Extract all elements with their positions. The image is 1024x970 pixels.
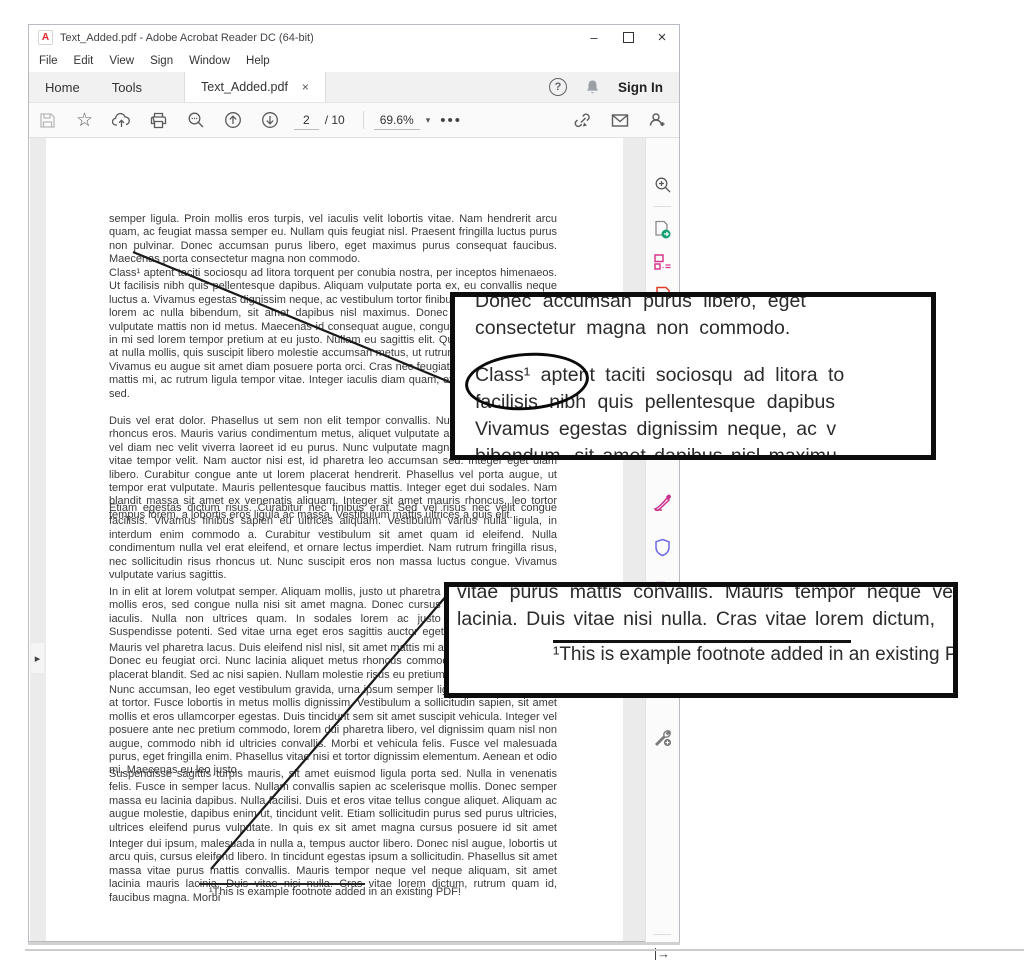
cloud-upload-icon [112, 112, 131, 129]
page-down-icon [261, 111, 279, 129]
sidebar-divider [654, 206, 671, 207]
sidebar-divider [654, 934, 671, 935]
page-number-input[interactable]: 2 [294, 111, 319, 130]
upload-cloud-button[interactable] [103, 103, 140, 137]
search-zoom-icon [187, 111, 205, 129]
menu-help[interactable]: Help [238, 55, 278, 67]
more-tools-button[interactable]: ••• [440, 112, 462, 129]
zoom-level-input[interactable]: 69.6% [374, 111, 420, 130]
tab-bar: Home Tools Text_Added.pdf × ? Sign In [29, 72, 679, 103]
star-icon: ☆ [76, 111, 93, 130]
zoom-dropdown-caret[interactable]: ▾ [426, 115, 431, 126]
share-link-button[interactable] [564, 112, 601, 129]
magnified-callout-class: Donec accumsan purus libero, eget consec… [450, 292, 936, 460]
shield-icon [654, 538, 671, 557]
protect-pdf-button[interactable] [646, 538, 679, 557]
organize-pages-button[interactable] [646, 253, 679, 271]
menu-edit[interactable]: Edit [66, 55, 102, 67]
pdf-paragraph: Nunc accumsan, leo eget vestibulum gravi… [109, 684, 557, 778]
send-email-button[interactable] [601, 113, 638, 128]
tab-close-icon[interactable]: × [302, 80, 309, 94]
pdf-paragraph: Suspendisse sagittis turpis mauris, sit … [109, 768, 557, 836]
help-icon[interactable]: ? [549, 78, 567, 96]
callout-line: Donec accumsan purus libero, eget [475, 292, 806, 315]
magnified-callout-footnote: vitae purus mattis convallis. Mauris tem… [444, 582, 958, 698]
acrobat-window: A Text_Added.pdf - Adobe Acrobat Reader … [28, 24, 680, 942]
export-pdf-icon [653, 220, 672, 240]
more-tools-sidebar-button[interactable] [646, 728, 679, 747]
export-pdf-button[interactable] [646, 220, 679, 240]
marquee-zoom-button[interactable] [177, 103, 214, 137]
maximize-button[interactable] [611, 25, 645, 50]
screenshot-bottom-edge [25, 949, 1024, 951]
title-bar: A Text_Added.pdf - Adobe Acrobat Reader … [29, 25, 679, 50]
toolbar-divider [363, 111, 364, 129]
pdf-paragraph: semper ligula. Proin mollis eros turpis,… [109, 213, 557, 267]
tab-home[interactable]: Home [29, 72, 96, 102]
page-total-label: / 10 [325, 113, 345, 127]
footnote-separator [199, 883, 365, 885]
callout-footnote-text: ¹This is example footnote added in an ex… [553, 641, 958, 668]
minimize-button[interactable]: – [577, 25, 611, 50]
search-tools-button[interactable] [646, 176, 679, 194]
previous-page-button[interactable] [214, 103, 251, 137]
footnote-text: ¹This is example footnote added in an ex… [209, 886, 461, 898]
pdf-page: semper ligula. Proin mollis eros turpis,… [46, 138, 623, 941]
organize-pages-icon [653, 253, 672, 271]
share-with-people-button[interactable] [638, 111, 675, 129]
acrobat-app-icon: A [38, 30, 53, 45]
chevron-right-icon: ▸ [35, 652, 41, 665]
window-title: Text_Added.pdf - Adobe Acrobat Reader DC… [60, 32, 314, 44]
maximize-icon [623, 32, 634, 43]
pdf-paragraph: Etiam egestas dictum risus. Curabitur ne… [109, 502, 557, 583]
tab-tools[interactable]: Tools [96, 72, 158, 102]
tools-sidebar: → [645, 138, 679, 942]
save-button[interactable] [29, 103, 66, 137]
document-viewport: semper ligula. Proin mollis eros turpis,… [30, 138, 647, 941]
callout-line: consectetur magna non commodo. [475, 315, 790, 342]
tab-document-label: Text_Added.pdf [201, 80, 288, 94]
print-button[interactable] [140, 103, 177, 137]
share-link-icon [573, 112, 592, 129]
menu-file[interactable]: File [29, 55, 66, 67]
menu-sign[interactable]: Sign [142, 55, 181, 67]
menu-window[interactable]: Window [181, 55, 238, 67]
main-toolbar: ☆ 2 [29, 103, 679, 138]
printer-icon [150, 112, 167, 129]
callout-line: lacinia. Duis vitae nisi nulla. Cras vit… [457, 606, 935, 633]
envelope-icon [611, 113, 629, 128]
callout-line: vitae purus mattis convallis. Mauris tem… [457, 582, 957, 606]
favorite-star-button[interactable]: ☆ [66, 103, 103, 137]
tab-document[interactable]: Text_Added.pdf × [184, 72, 326, 102]
fill-sign-button[interactable] [646, 493, 679, 511]
menu-bar: File Edit View Sign Window Help [29, 50, 679, 72]
wrench-plus-icon [653, 728, 672, 747]
next-page-button[interactable] [251, 103, 288, 137]
person-add-icon [648, 111, 666, 129]
save-icon [39, 112, 56, 129]
page-up-icon [224, 111, 242, 129]
callout-line: bibendum, sit amet dapibus nisl maximu [475, 443, 837, 460]
callout-line: Vivamus egestas dignissim neque, ac v [475, 416, 836, 443]
sign-in-button[interactable]: Sign In [618, 80, 663, 95]
close-button[interactable]: × [645, 25, 679, 50]
search-plus-icon [654, 176, 672, 194]
left-panel-toggle[interactable]: ▸ [31, 643, 44, 673]
notifications-bell-icon[interactable] [585, 79, 600, 95]
menu-view[interactable]: View [101, 55, 142, 67]
fill-sign-pen-icon [653, 493, 672, 511]
